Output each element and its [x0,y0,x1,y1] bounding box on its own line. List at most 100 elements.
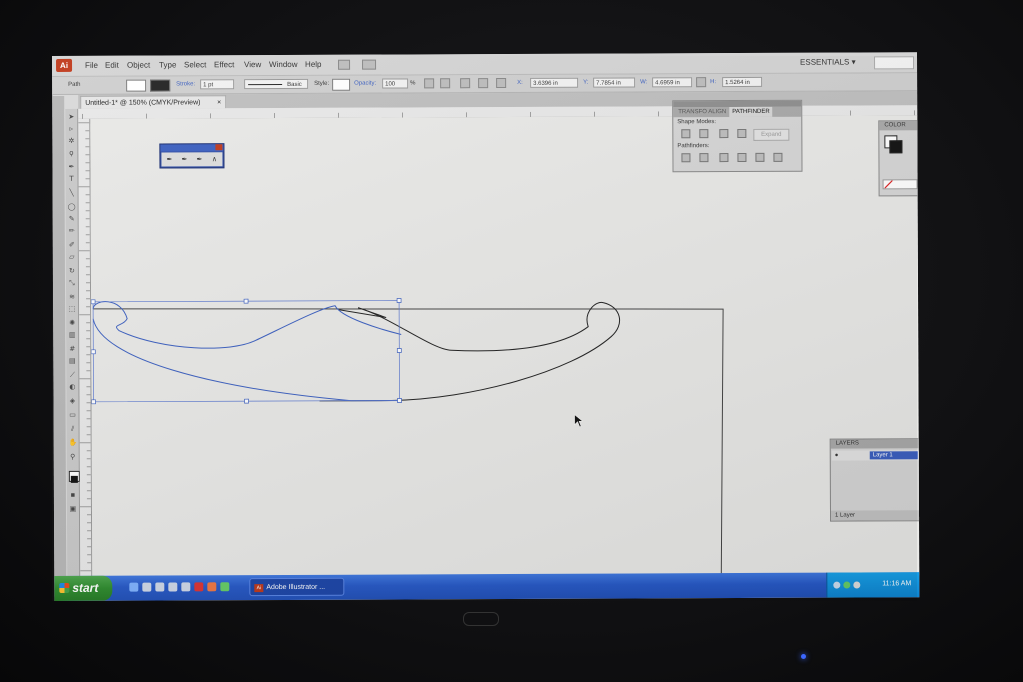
constrain-proportions-icon[interactable] [696,77,707,88]
menu-window[interactable]: Window [269,60,297,69]
recolor-artwork-icon[interactable] [424,78,435,89]
opacity-field[interactable]: 100 [382,78,409,89]
trim-icon[interactable] [699,153,709,163]
selection-handle[interactable] [244,398,249,404]
bridge-icon[interactable] [338,59,351,70]
start-button[interactable]: start [54,575,113,601]
minus-front-icon[interactable] [699,129,709,139]
height-field[interactable]: 1.5264 in [722,76,763,88]
menu-view[interactable]: View [244,60,261,69]
intersect-icon[interactable] [719,129,729,139]
reference-point-icon[interactable] [496,78,507,89]
tray-icon[interactable] [843,581,851,589]
quicklaunch-icon[interactable] [129,582,139,592]
quicklaunch-icon[interactable] [168,582,178,592]
menu-type[interactable]: Type [159,60,176,69]
mesh-tool-icon[interactable]: # [68,345,76,353]
slice-tool-icon[interactable]: ⫽ [69,425,77,433]
symbol-sprayer-tool-icon[interactable]: ✺ [68,319,76,327]
crop-icon[interactable] [737,152,747,163]
divide-icon[interactable] [681,153,691,163]
unite-icon[interactable] [681,129,691,139]
quicklaunch-icon[interactable] [181,582,191,592]
stroke-color-icon[interactable] [70,475,78,483]
stroke-swatch[interactable] [150,79,171,92]
search-field[interactable] [874,56,915,70]
eraser-tool-icon[interactable]: ▱ [68,253,76,261]
artboard-tool-icon[interactable]: ▭ [69,411,77,419]
minus-back-icon[interactable] [773,152,783,162]
add-anchor-point-icon[interactable]: ✒ [180,155,188,163]
selection-handle[interactable] [243,298,249,304]
eyedropper-tool-icon[interactable]: ⟋ [68,371,76,379]
tray-icon[interactable] [853,581,861,589]
selection-handle[interactable] [396,348,402,353]
transform-icon[interactable] [460,78,471,89]
isolate-icon[interactable] [478,78,489,89]
menu-help[interactable]: Help [305,60,321,69]
quicklaunch-icon[interactable] [207,582,217,592]
scale-tool-icon[interactable]: ⤡ [68,279,76,287]
free-transform-tool-icon[interactable]: ⬚ [68,305,76,313]
line-tool-icon[interactable]: ╲ [68,189,76,197]
layer-row[interactable]: ● Layer 1 [831,450,919,461]
exclude-icon[interactable] [737,128,747,139]
artboard-canvas[interactable] [90,115,920,579]
pen-tool-icon[interactable]: ✒ [67,163,75,171]
layers-panel-title[interactable]: LAYERS [830,439,920,449]
blend-tool-icon[interactable]: ◐ [68,383,76,391]
expand-button[interactable]: Expand [753,128,790,141]
selection-tool-icon[interactable]: ➤ [67,113,75,121]
stroke-color-swatch[interactable] [889,140,903,154]
column-graph-tool-icon[interactable]: ▥ [68,331,76,339]
ellipse-tool-icon[interactable]: ◯ [68,203,76,211]
color-mode-icon[interactable]: ▪ [69,491,77,499]
rotate-tool-icon[interactable]: ↻ [68,267,76,275]
tab-pathfinder[interactable]: PATHFINDER [729,106,773,118]
workspace-switcher[interactable]: ESSENTIALS ▾ [800,55,868,68]
menu-effect[interactable]: Effect [214,60,234,69]
quicklaunch-icon[interactable] [155,582,165,592]
quicklaunch-icon[interactable] [220,582,230,592]
direct-selection-tool-icon[interactable]: ▹ [67,125,75,133]
none-swatch[interactable] [882,179,918,190]
taskbar-illustrator-button[interactable]: Ai Adobe Illustrator ... [249,577,345,597]
selection-handle[interactable] [90,349,96,355]
selection-handle[interactable] [90,299,96,305]
quicklaunch-icon[interactable] [142,582,152,592]
hand-tool-icon[interactable]: ✋ [69,439,78,447]
convert-anchor-point-icon[interactable]: ∧ [210,155,218,163]
lasso-tool-icon[interactable]: ϙ [67,149,75,157]
quicklaunch-icon[interactable] [194,582,204,592]
live-paint-tool-icon[interactable]: ◈ [68,397,76,405]
selection-handle[interactable] [396,298,402,303]
gradient-tool-icon[interactable]: ▤ [68,357,76,365]
type-tool-icon[interactable]: T [68,175,76,183]
warp-tool-icon[interactable]: ≋ [68,293,76,301]
y-position-field[interactable]: 7.7854 in [593,77,636,88]
document-tab[interactable]: Untitled-1* @ 150% (CMYK/Preview) × [80,95,227,109]
align-icon[interactable] [440,78,451,89]
menu-object[interactable]: Object [127,61,150,70]
fill-swatch[interactable] [126,79,147,92]
width-field[interactable]: 4.6959 in [652,77,693,88]
selection-handle[interactable] [91,399,96,405]
floating-pen-toolbar[interactable]: ✒ ✒ ✒ ∧ [159,143,225,169]
blob-brush-tool-icon[interactable]: ✐ [68,241,76,249]
tab-transform-align[interactable]: TRANSFO ALIGN [675,107,729,117]
layer-name[interactable]: Layer 1 [869,451,918,460]
floating-toolbar-titlebar[interactable] [160,144,224,152]
brush-definition-dropdown[interactable]: Basic [244,78,309,90]
pencil-tool-icon[interactable]: ✏ [68,227,76,235]
visibility-eye-icon[interactable]: ● [835,453,839,459]
menu-file[interactable]: File [85,61,98,70]
graphic-style-swatch[interactable] [332,78,351,91]
color-panel-title[interactable]: COLOR [879,121,919,131]
screen-mode-icon[interactable]: ▣ [69,505,77,513]
selection-bounding-box[interactable] [92,300,400,403]
magic-wand-tool-icon[interactable]: ✲ [67,137,75,145]
zoom-tool-icon[interactable]: ⚲ [69,453,77,461]
opacity-label[interactable]: Opacity: [354,81,376,87]
arrange-documents-icon[interactable] [362,59,377,70]
menu-select[interactable]: Select [184,60,206,69]
